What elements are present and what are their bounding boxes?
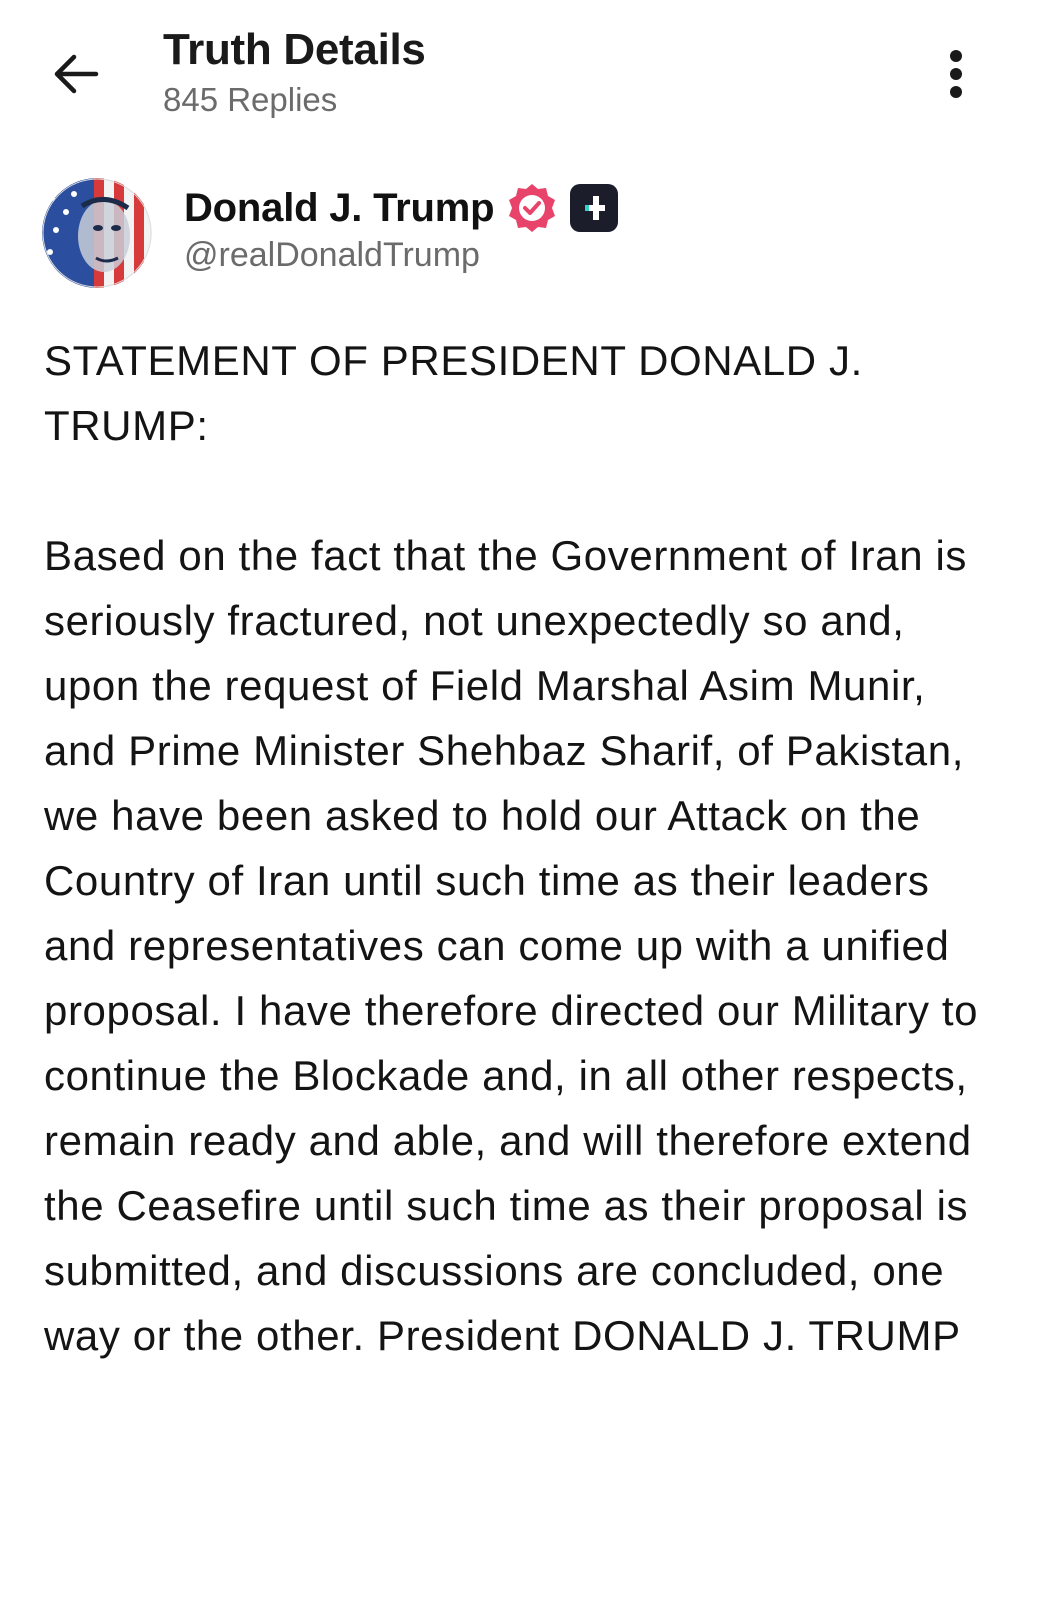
- more-vertical-icon: [950, 50, 962, 98]
- back-button[interactable]: [44, 42, 108, 106]
- arrow-left-icon: [54, 54, 99, 94]
- author-handle: @realDonaldTrump: [184, 236, 480, 274]
- top-bar: Truth Details 845 Replies: [0, 0, 1052, 150]
- author-name[interactable]: Donald J. Trump: [184, 186, 495, 231]
- avatar-image: [42, 178, 152, 288]
- reply-count: 845 Replies: [163, 81, 338, 118]
- truth-plus-icon: [568, 182, 620, 234]
- post-text: Based on the fact that the Government of…: [44, 532, 991, 1359]
- author-name-row: Donald J. Trump: [184, 182, 620, 234]
- page-title: Truth Details: [163, 25, 426, 74]
- verified-badge-icon: [506, 182, 558, 234]
- header-titles: Truth Details 845 Replies: [163, 22, 426, 122]
- avatar[interactable]: [42, 178, 152, 288]
- post-heading: STATEMENT OF PRESIDENT DONALD J. TRUMP:: [44, 337, 875, 449]
- more-options-button[interactable]: [926, 44, 986, 104]
- author-row: Donald J. Trump @realDonaldTrump: [0, 170, 1052, 300]
- post-content: STATEMENT OF PRESIDENT DONALD J. TRUMP: …: [44, 328, 1008, 1433]
